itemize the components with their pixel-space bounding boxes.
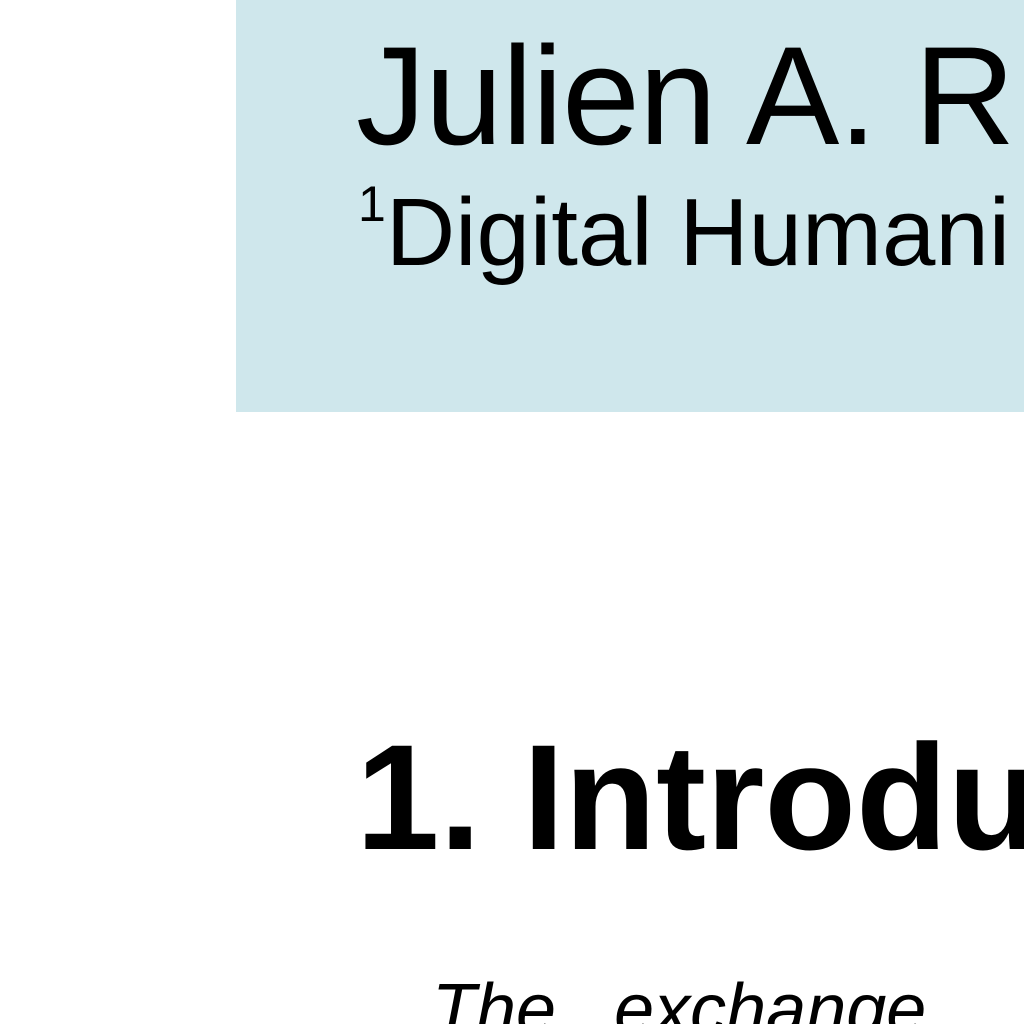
affiliation-text: Digital Humani xyxy=(385,179,1011,286)
section-heading: 1. Introdu xyxy=(356,713,1024,881)
body-paragraph: The exchange xyxy=(432,970,927,1024)
affiliation-superscript: 1 xyxy=(358,176,386,232)
author-name: Julien A. R xyxy=(356,17,1015,174)
affiliation: 1Digital Humani xyxy=(358,178,1010,288)
title-header-band: Julien A. R 1Digital Humani xyxy=(236,0,1024,412)
